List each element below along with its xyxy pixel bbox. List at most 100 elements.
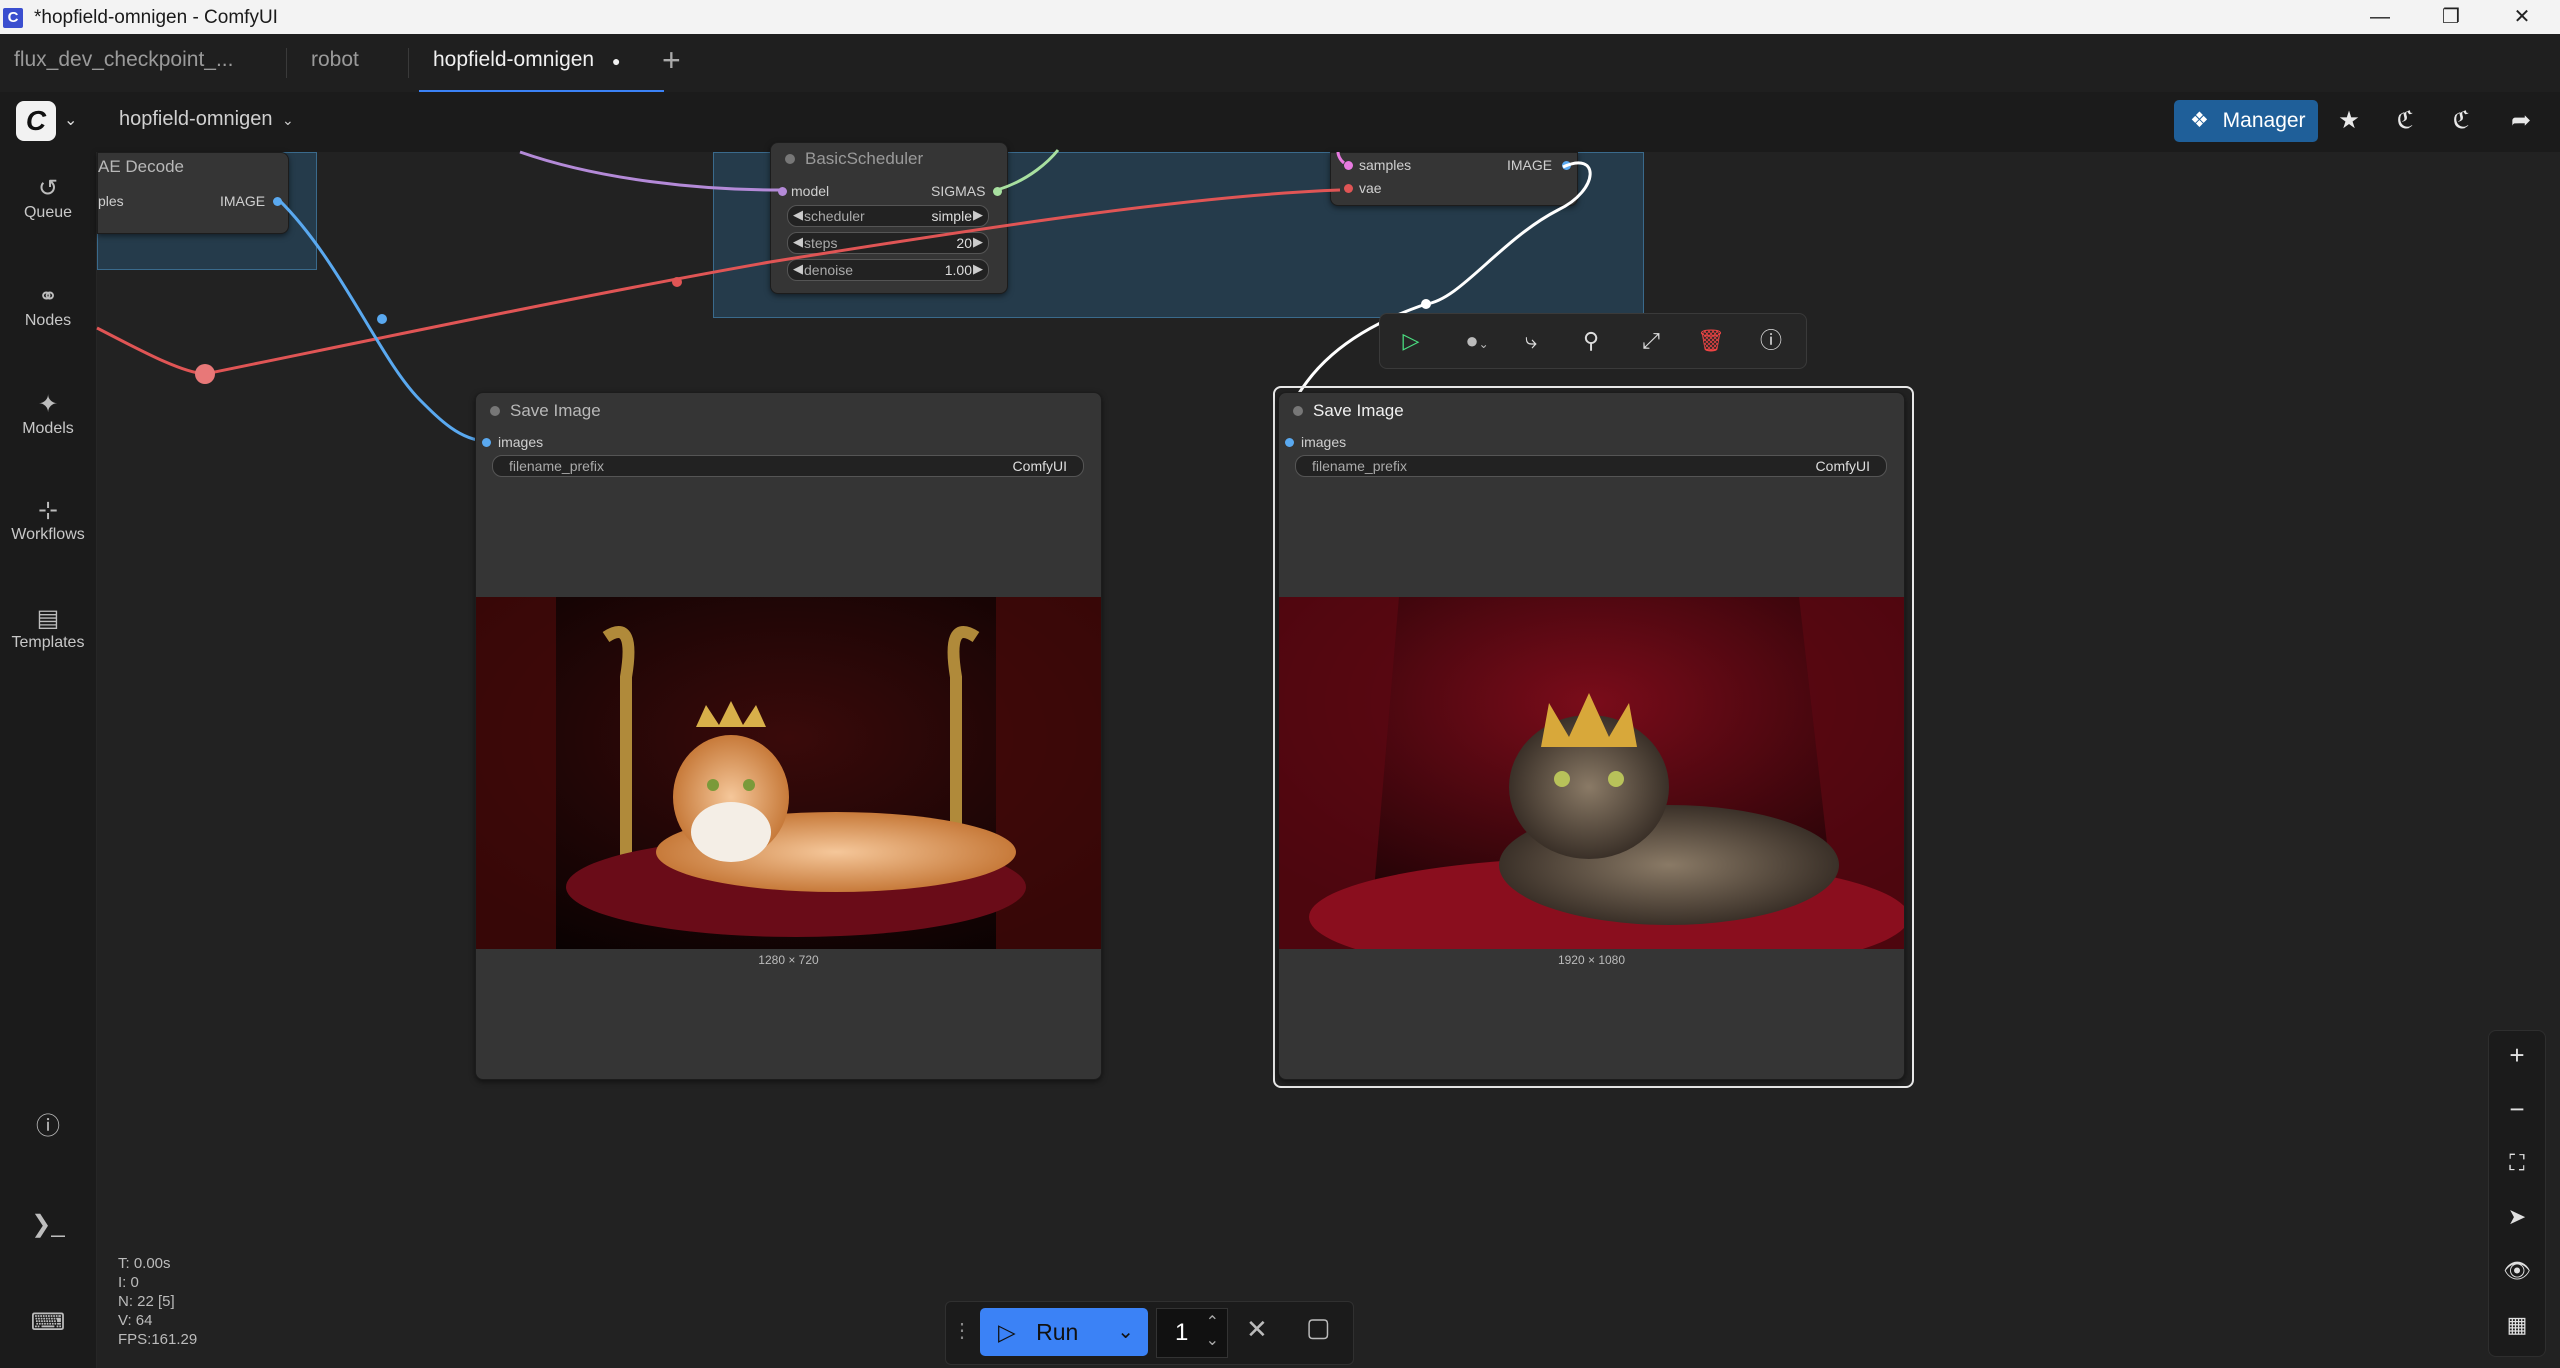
filename-prefix-input[interactable]: filename_prefix ComfyUI: [492, 455, 1084, 477]
chevron-down-icon[interactable]: ⌄: [64, 110, 77, 130]
bypass-icon[interactable]: ⤷: [1516, 326, 1546, 356]
zoom-out-icon[interactable]: −: [2489, 1089, 2545, 1129]
terminal-button[interactable]: ❯_: [0, 1210, 96, 1240]
chevron-down-icon[interactable]: ⌄: [1117, 1308, 1134, 1356]
fit-view-icon[interactable]: ⛶: [2489, 1143, 2545, 1183]
arrow-right-icon[interactable]: ▶: [973, 207, 983, 223]
toggle-links-eye-icon[interactable]: 👁: [2489, 1251, 2545, 1291]
stat-visible: V: 64: [118, 1312, 153, 1329]
select-mode-icon[interactable]: ➤: [2489, 1197, 2545, 1237]
denoise-number[interactable]: ◀ denoise 1.00 ▶: [787, 259, 989, 281]
cancel-x-icon[interactable]: ✕: [1246, 1314, 1268, 1345]
stat-time: T: 0.00s: [118, 1255, 171, 1272]
stop-square-icon[interactable]: ▢: [1306, 1312, 1331, 1343]
input-slot[interactable]: [1344, 184, 1353, 193]
tab-flux-dev-checkpoint[interactable]: flux_dev_checkpoint_...: [0, 34, 247, 90]
comfyui-logo-menu[interactable]: C: [16, 101, 56, 141]
zoom-in-icon[interactable]: +: [2489, 1035, 2545, 1075]
arrow-right-icon[interactable]: ▶: [973, 234, 983, 250]
help-circle-icon[interactable]: ⓘ: [1756, 326, 1786, 356]
basic-scheduler-node[interactable]: BasicScheduler model SIGMAS ◀ scheduler …: [770, 142, 1008, 294]
pin-icon[interactable]: ⚲: [1576, 326, 1606, 356]
filename-prefix-input[interactable]: filename_prefix ComfyUI: [1295, 455, 1887, 477]
new-tab-plus-icon[interactable]: +: [648, 34, 695, 90]
chevron-down-icon: ⌄: [282, 112, 294, 128]
sidebar-item-workflows[interactable]: ⊹ Workflows: [0, 496, 96, 544]
sidebar-item-nodes[interactable]: ⚭ Nodes: [0, 282, 96, 330]
sidebar-item-templates[interactable]: ▤ Templates: [0, 604, 96, 652]
node-collapse-dot[interactable]: [1293, 406, 1303, 416]
sidebar-item-label: Nodes: [24, 312, 72, 329]
arrow-left-icon[interactable]: ◀: [793, 261, 803, 277]
image-preview-cat-throne[interactable]: [476, 597, 1101, 949]
widget-label: filename_prefix: [1312, 458, 1407, 474]
sidebar-item-label: Models: [22, 420, 74, 437]
output-slot[interactable]: [993, 187, 1002, 196]
decrement-chevron-icon[interactable]: ⌄: [1206, 1317, 1219, 1365]
node-title: Save Image: [490, 401, 601, 421]
vae-decode-2-node[interactable]: samples vae IMAGE: [1330, 152, 1578, 206]
node-title-text: Save Image: [510, 401, 601, 420]
left-sidebar: ↺ Queue ⚭ Nodes ✦ Models ⊹ Workflows ▤ T…: [0, 152, 97, 1368]
sidebar-item-label: Workflows: [11, 526, 85, 543]
node-title-text: BasicScheduler: [805, 149, 924, 168]
arrow-right-icon[interactable]: ▶: [973, 261, 983, 277]
stat-items: I: 0: [118, 1274, 139, 1291]
arrow-left-icon[interactable]: ◀: [793, 234, 803, 250]
vae-decode-node[interactable]: AE Decode ples IMAGE: [97, 152, 289, 234]
templates-icon: ▤: [36, 605, 60, 632]
close-icon[interactable]: ✕: [2492, 2, 2552, 32]
tab-hopfield-omnigen[interactable]: hopfield-omnigen ●: [419, 34, 664, 92]
node-input-label: images: [1301, 434, 1347, 450]
input-slot[interactable]: [778, 187, 787, 196]
run-button[interactable]: ▷ Run ⌄: [980, 1308, 1148, 1356]
stat-nodes: N: 22 [5]: [118, 1293, 175, 1310]
save-image-node-1[interactable]: Save Image images filename_prefix ComfyU…: [475, 392, 1102, 1080]
extension-b-icon[interactable]: ℭ: [2446, 106, 2476, 136]
save-image-node-2[interactable]: Save Image images filename_prefix ComfyU…: [1278, 392, 1905, 1080]
node-collapse-dot[interactable]: [785, 154, 795, 164]
scheduler-combo[interactable]: ◀ scheduler simple ▶: [787, 205, 989, 227]
widget-label: denoise: [804, 262, 854, 278]
image-size-caption: 1280 × 720: [758, 953, 819, 967]
tab-divider: [286, 48, 287, 78]
delete-trash-icon[interactable]: 🗑: [1696, 326, 1726, 356]
widget-label: steps: [804, 235, 838, 251]
puzzle-icon: ❖: [2190, 109, 2209, 132]
run-selected-play-icon[interactable]: ▷: [1396, 326, 1426, 356]
node-output-label: IMAGE: [220, 193, 266, 209]
minimize-icon[interactable]: —: [2350, 2, 2410, 32]
tab-robot[interactable]: robot: [297, 34, 373, 90]
input-slot[interactable]: [1285, 438, 1294, 447]
output-slot[interactable]: [273, 197, 282, 206]
node-output-label: SIGMAS: [931, 183, 986, 199]
extension-a-icon[interactable]: ℭ: [2390, 106, 2420, 136]
node-collapse-dot[interactable]: [490, 406, 500, 416]
input-slot[interactable]: [482, 438, 491, 447]
widget-value: 1.00: [944, 262, 972, 278]
input-slot[interactable]: [1344, 161, 1353, 170]
history-icon: ↺: [37, 175, 59, 202]
manager-button[interactable]: ❖ Manager: [2174, 100, 2318, 142]
help-circle-icon: ⓘ: [36, 1113, 60, 1140]
image-preview-tabby-cat[interactable]: [1279, 597, 1904, 949]
color-picker-icon[interactable]: ●⌄: [1452, 326, 1502, 356]
widget-value: simple: [931, 208, 972, 224]
sidebar-item-models[interactable]: ✦ Models: [0, 390, 96, 438]
restore-icon[interactable]: ❐: [2421, 2, 2481, 32]
sidebar-item-queue[interactable]: ↺ Queue: [0, 174, 96, 222]
steps-number[interactable]: ◀ steps 20 ▶: [787, 232, 989, 254]
arrow-left-icon[interactable]: ◀: [793, 207, 803, 223]
comfyui-app-icon: C: [3, 8, 23, 28]
batch-count-input[interactable]: 1 ⌃ ⌄: [1156, 1308, 1228, 1358]
help-button[interactable]: ⓘ: [0, 1112, 96, 1142]
run-bar: ⋮⋮ ▷ Run ⌄ 1 ⌃ ⌄ ✕ ▢: [945, 1301, 1354, 1365]
workflow-name-dropdown[interactable]: hopfield-omnigen ⌄: [119, 108, 294, 131]
minimap-icon[interactable]: ▦: [2489, 1305, 2545, 1345]
collapse-icon[interactable]: ⤢: [1636, 326, 1666, 356]
output-slot[interactable]: [1562, 161, 1571, 170]
share-icon[interactable]: ➦: [2506, 106, 2536, 136]
node-output-label: IMAGE: [1507, 157, 1553, 173]
keyboard-shortcuts-button[interactable]: ⌨: [0, 1308, 96, 1338]
star-icon[interactable]: ★: [2334, 106, 2364, 136]
